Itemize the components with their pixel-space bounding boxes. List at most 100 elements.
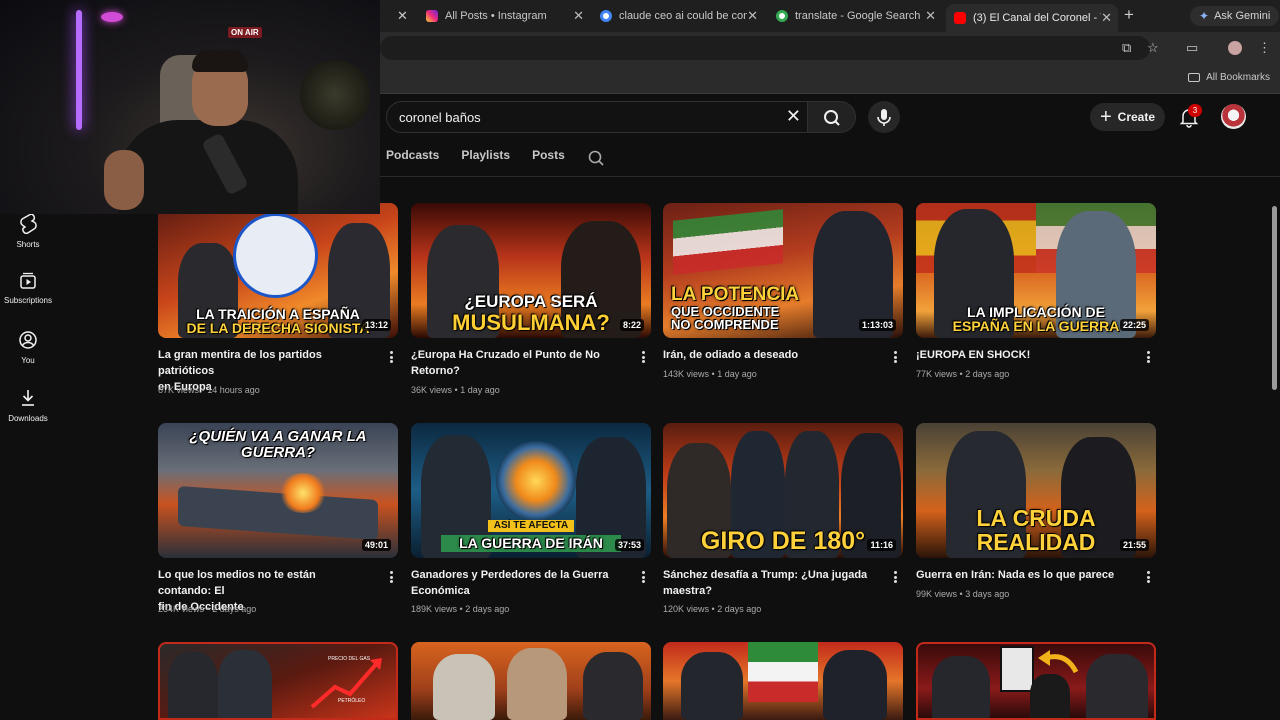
channel-search-icon[interactable] [587,149,605,167]
tab-instagram[interactable]: All Posts • Instagram ✕ [418,4,590,28]
ask-gemini-button[interactable]: ✦ Ask Gemini [1190,6,1280,26]
sidebar-item-subscriptions[interactable]: Subscriptions [0,272,56,305]
tab-label: All Posts • Instagram [445,10,547,22]
video-duration: 11:16 [867,539,896,551]
more-actions-icon[interactable] [390,351,394,363]
video-title[interactable]: Sánchez desafía a Trump: ¿Una jugada maes… [663,567,875,599]
create-button[interactable]: + Create [1090,103,1165,131]
more-actions-icon[interactable] [642,571,646,583]
portrait-photo-graphic [1000,646,1034,692]
video-thumbnail[interactable]: ¿EUROPA SERÁ MUSULMANA? 8:22 [411,203,651,338]
upload-age: 14 hours ago [207,385,260,395]
video-title[interactable]: ¿Europa Ha Cruzado el Punto de No Retorno… [411,347,623,379]
thumbnail-caption: ¿EUROPA SERÁ MUSULMANA? [411,293,651,334]
account-avatar[interactable] [1221,104,1246,129]
profile-icon[interactable] [1228,41,1242,55]
tab-label: translate - Google Search [795,10,921,22]
sidebar-item-downloads[interactable]: Downloads [0,388,56,423]
tab-translate-search[interactable]: translate - Google Search ✕ [768,4,942,28]
bookmark-star-icon[interactable]: ☆ [1147,40,1159,56]
sidebar-label: Subscriptions [3,296,53,305]
video-meta: 36K views • 1 day ago [411,385,500,395]
more-actions-icon[interactable] [390,571,394,583]
youtube-favicon-icon [954,12,966,24]
tab-label: (3) El Canal del Coronel - Y [973,12,1101,24]
on-air-sign: ON AIR [228,27,262,38]
thumbnail-person [681,652,743,720]
search-input[interactable]: coronel baños ✕ [386,101,808,133]
title-line: Lo que los medios no te están contando: … [158,569,316,597]
view-count: 77K views [916,369,958,379]
all-bookmarks-button[interactable]: All Bookmarks [1188,72,1270,83]
search-button[interactable] [808,101,856,133]
caption-line: ¿QUIÉN VA A GANAR LA GUERRA? [189,428,367,461]
side-panel-icon[interactable]: ▭ [1186,40,1198,56]
view-count: 189K views [411,604,458,614]
search-icon [824,110,840,126]
video-duration: 22:25 [1119,319,1149,331]
video-thumbnail[interactable]: LA IMPLICACIÓN DE ESPAÑA EN LA GUERRA 22… [916,203,1156,338]
video-thumbnail[interactable]: GIRO DE 180° 11:16 [663,423,903,558]
title-line: ¡EUROPA EN SHOCK! [916,349,1031,361]
video-thumbnail[interactable]: ¿QUIÉN VA A GANAR LA GUERRA? 49:01 [158,423,398,558]
video-thumbnail[interactable] [411,642,651,720]
video-thumbnail[interactable] [663,642,903,720]
page-scrollbar[interactable] [1272,206,1277,390]
upload-age: 1 day ago [460,385,500,395]
shorts-icon [20,213,37,234]
video-title[interactable]: Guerra en Irán: Nada es lo que parece [916,567,1128,583]
tab-youtube-active[interactable]: (3) El Canal del Coronel - Y ✕ [946,4,1118,32]
video-thumbnail[interactable]: ASÍ TE AFECTA LA GUERRA DE IRÁN 37:53 [411,423,651,558]
background-plant [300,60,370,130]
more-actions-icon[interactable] [1147,351,1151,363]
caption-line: ¿EUROPA SERÁ [464,292,598,312]
upload-age: 2 days ago [717,604,762,614]
video-thumbnail[interactable]: LA POTENCIA QUE OCCIDENTE NO COMPRENDE 1… [663,203,903,338]
tab-podcasts[interactable]: Podcasts [386,148,439,168]
thumbnail-caption: LA POTENCIA QUE OCCIDENTE NO COMPRENDE [671,283,800,333]
video-title[interactable]: ¡EUROPA EN SHOCK! [916,347,1128,363]
you-icon [19,331,37,349]
tab-claude-search[interactable]: claude ceo ai could be con ✕ [592,4,764,28]
caption-line: LA POTENCIA [671,283,800,305]
caption-line: NO COMPRENDE [671,317,779,333]
close-tab-icon[interactable]: ✕ [1101,10,1112,26]
all-bookmarks-label: All Bookmarks [1206,72,1270,83]
subscriptions-icon [20,272,36,289]
tabs-divider [380,176,1280,177]
close-tab-icon[interactable]: ✕ [397,8,408,24]
address-bar[interactable] [380,36,1150,60]
more-actions-icon[interactable] [894,351,898,363]
video-thumbnail[interactable]: LA CRUDA REALIDAD 21:55 [916,423,1156,558]
globe-explosion-graphic [496,441,576,521]
new-tab-icon[interactable]: + [1124,5,1134,25]
sidebar-item-shorts[interactable]: Shorts [0,212,56,249]
sidebar-item-you[interactable]: You [0,330,56,365]
browser-menu-icon[interactable]: ⋮ [1258,40,1271,56]
voice-search-button[interactable] [868,101,900,133]
close-tab-icon[interactable]: ✕ [925,8,936,24]
install-app-icon[interactable]: ⧉ [1122,40,1131,56]
more-actions-icon[interactable] [894,571,898,583]
view-count: 143K views [663,369,710,379]
video-thumbnail[interactable]: LA TRAICIÓN A ESPAÑA DE LA DERECHA SIONI… [158,203,398,338]
video-title[interactable]: Irán, de odiado a deseado [663,347,875,363]
more-actions-icon[interactable] [642,351,646,363]
video-title[interactable]: Ganadores y Perdedores de la Guerra Econó… [411,567,623,599]
tab-playlists[interactable]: Playlists [461,148,510,168]
streamer-arm [104,150,144,210]
title-line: maestra? [663,585,712,597]
view-count: 234K views [158,604,205,614]
video-thumbnail[interactable]: PRECIO DEL GAS PETRÓLEO [158,642,398,720]
more-actions-icon[interactable] [1147,571,1151,583]
tab-posts[interactable]: Posts [532,148,565,168]
close-tab-icon[interactable]: ✕ [573,8,584,24]
video-thumbnail[interactable] [916,642,1156,720]
video-duration: 13:12 [361,319,391,331]
title-line: Ganadores y Perdedores de la Guerra [411,569,609,581]
clear-search-icon[interactable]: ✕ [786,106,801,127]
caption-line: ASÍ TE AFECTA [487,519,575,533]
close-tab-icon[interactable]: ✕ [747,8,758,24]
view-count: 36K views [411,385,453,395]
sidebar-label: Shorts [16,240,40,249]
